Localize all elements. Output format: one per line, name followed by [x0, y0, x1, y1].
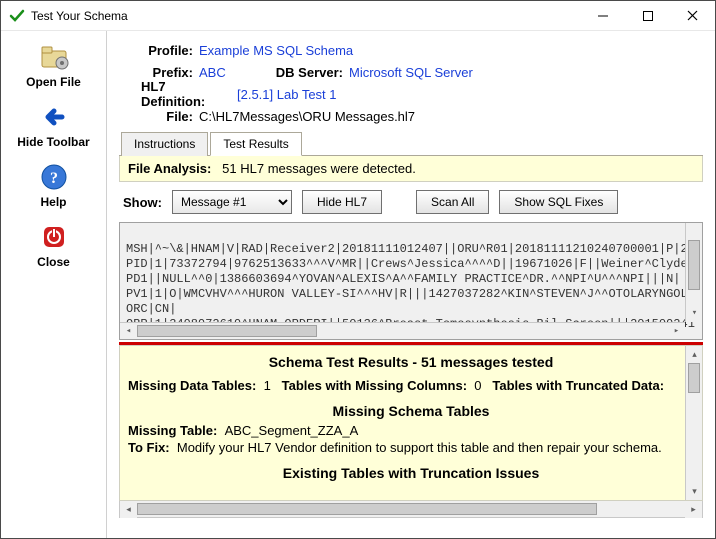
vertical-scrollbar[interactable]: ▴ ▾ — [685, 223, 702, 322]
dbserver-value[interactable]: Microsoft SQL Server — [349, 65, 473, 80]
vertical-scrollbar[interactable]: ▴ ▾ — [685, 346, 702, 500]
app-icon — [9, 8, 25, 24]
prefix-value[interactable]: ABC — [199, 65, 269, 80]
titlebar: Test Your Schema — [1, 1, 715, 31]
app-window: Test Your Schema Open File — [0, 0, 716, 539]
scroll-right-icon[interactable]: ▸ — [685, 501, 702, 518]
scroll-down-icon[interactable]: ▾ — [686, 305, 703, 322]
power-icon — [36, 221, 72, 253]
tab-strip: Instructions Test Results — [119, 131, 703, 156]
hl7def-label: HL7 Definition: — [119, 79, 237, 109]
show-sql-fixes-button[interactable]: Show SQL Fixes — [499, 190, 618, 214]
profile-value[interactable]: Example MS SQL Schema — [199, 43, 353, 58]
horizontal-scrollbar[interactable]: ◂ ▸ — [119, 501, 703, 518]
maximize-button[interactable] — [625, 1, 670, 30]
controls-row: Show: Message #1 Hide HL7 Scan All Show … — [119, 182, 703, 222]
sidebar-item-close[interactable]: Close — [7, 217, 101, 275]
open-file-icon — [36, 41, 72, 73]
hl7-message-viewer[interactable]: MSH|^~\&|HNAM|V|RAD|Receiver2|2018111101… — [119, 222, 703, 340]
file-analysis-label: File Analysis: — [128, 161, 211, 176]
profile-label: Profile: — [119, 43, 199, 58]
sidebar-item-label: Close — [37, 255, 70, 269]
sidebar-item-label: Help — [40, 195, 66, 209]
scrollbar-thumb[interactable] — [688, 240, 700, 290]
scroll-left-icon[interactable]: ◂ — [120, 501, 137, 518]
sidebar-item-label: Open File — [26, 75, 81, 89]
scroll-right-icon[interactable]: ▸ — [668, 323, 685, 340]
sidebar: Open File Hide Toolbar ? Help — [1, 31, 107, 538]
minimize-button[interactable] — [580, 1, 625, 30]
message-select[interactable]: Message #1 — [172, 190, 292, 214]
file-analysis-text: 51 HL7 messages were detected. — [222, 161, 416, 176]
sidebar-item-open-file[interactable]: Open File — [7, 37, 101, 95]
help-icon: ? — [36, 161, 72, 193]
scrollbar-thumb[interactable] — [688, 363, 700, 393]
file-analysis-bar: File Analysis: 51 HL7 messages were dete… — [119, 156, 703, 182]
scroll-down-icon[interactable]: ▾ — [686, 483, 703, 500]
horizontal-scrollbar[interactable]: ◂ ▸ — [120, 322, 685, 339]
hide-hl7-button[interactable]: Hide HL7 — [302, 190, 382, 214]
results-summary-line: Missing Data Tables: 1 Tables with Missi… — [128, 378, 694, 393]
info-block: Profile: Example MS SQL Schema Prefix: A… — [119, 39, 703, 127]
hl7def-value[interactable]: [2.5.1] Lab Test 1 — [237, 87, 337, 102]
back-arrow-icon — [36, 101, 72, 133]
window-title: Test Your Schema — [31, 9, 580, 23]
tab-test-results[interactable]: Test Results — [210, 132, 301, 156]
main-panel: Profile: Example MS SQL Schema Prefix: A… — [107, 31, 715, 538]
schema-results-panel: Schema Test Results - 51 messages tested… — [119, 345, 703, 501]
prefix-label: Prefix: — [119, 65, 199, 80]
results-heading: Schema Test Results - 51 messages tested — [128, 354, 694, 370]
sidebar-item-help[interactable]: ? Help — [7, 157, 101, 215]
truncation-heading: Existing Tables with Truncation Issues — [128, 465, 694, 481]
scan-all-button[interactable]: Scan All — [416, 190, 489, 214]
file-label: File: — [119, 109, 199, 124]
scroll-left-icon[interactable]: ◂ — [120, 323, 137, 340]
window-controls — [580, 1, 715, 30]
tab-instructions[interactable]: Instructions — [121, 132, 208, 156]
to-fix-line: To Fix: Modify your HL7 Vendor definitio… — [128, 440, 694, 455]
missing-tables-heading: Missing Schema Tables — [128, 403, 694, 419]
file-value: C:\HL7Messages\ORU Messages.hl7 — [199, 109, 415, 124]
window-body: Open File Hide Toolbar ? Help — [1, 31, 715, 538]
close-button[interactable] — [670, 1, 715, 30]
svg-text:?: ? — [50, 170, 58, 187]
scroll-up-icon[interactable]: ▴ — [686, 346, 703, 363]
dbserver-label: DB Server: — [269, 65, 349, 80]
scrollbar-thumb[interactable] — [137, 325, 317, 337]
sidebar-item-label: Hide Toolbar — [17, 135, 89, 149]
scrollbar-thumb[interactable] — [137, 503, 597, 515]
show-label: Show: — [123, 195, 162, 210]
sidebar-item-hide-toolbar[interactable]: Hide Toolbar — [7, 97, 101, 155]
missing-table-line: Missing Table: ABC_Segment_ZZA_A — [128, 423, 694, 438]
